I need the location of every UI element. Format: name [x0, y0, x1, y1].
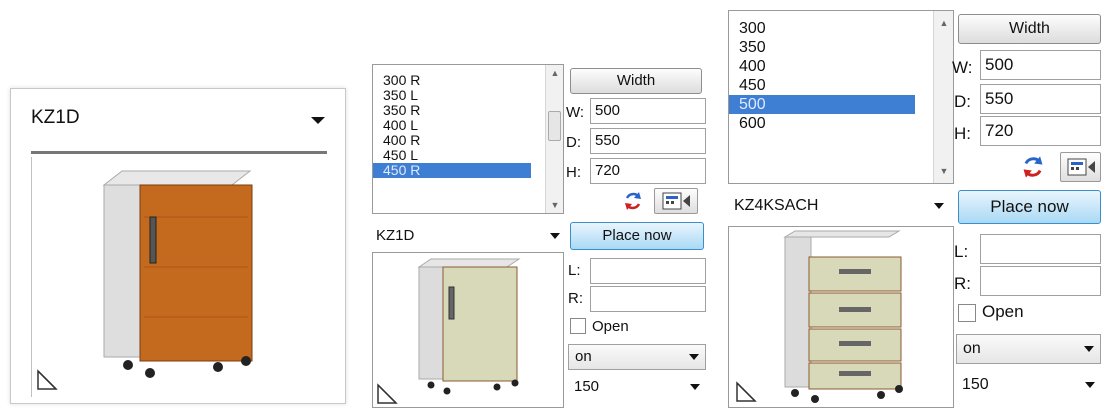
calculator-button[interactable]: [1060, 152, 1101, 182]
w-label: W:: [952, 58, 973, 77]
perspective-corner-icon[interactable]: [376, 383, 398, 405]
list-item[interactable]: 450 L: [373, 148, 563, 163]
height-field[interactable]: 720: [980, 116, 1101, 146]
scroll-up-icon[interactable]: ▲: [546, 65, 563, 81]
height-field[interactable]: 720: [590, 158, 706, 184]
l-label: L:: [954, 242, 969, 261]
variant-list[interactable]: 300 350 400 450 500 600 ▲ ▼: [728, 10, 954, 184]
open-checkbox[interactable]: [958, 304, 976, 322]
size-select[interactable]: 150: [568, 374, 706, 400]
list-item[interactable]: 600: [729, 114, 953, 133]
list-item[interactable]: 350 R: [373, 103, 563, 118]
list-scrollbar[interactable]: ▲ ▼: [933, 11, 953, 183]
list-item[interactable]: 400: [729, 57, 953, 76]
calculator-button[interactable]: [654, 188, 698, 214]
size-select-value: 150: [574, 378, 600, 395]
d-label: D:: [566, 134, 581, 151]
size-select-value: 150: [962, 376, 989, 393]
list-item[interactable]: 400 R: [373, 133, 563, 148]
right-field[interactable]: [590, 286, 706, 312]
dropdown-arrow-icon: [689, 354, 699, 360]
dropdown-arrow-icon: [1085, 382, 1095, 388]
panel-cabinet-config-small: 300 R 350 L 350 R 400 L 400 R 450 L 450 …: [372, 64, 706, 408]
dropdown-arrow-icon: [690, 384, 700, 390]
cabinet-type-combo[interactable]: KZ1D: [376, 224, 566, 248]
list-item[interactable]: 400 L: [373, 118, 563, 133]
open-label: Open: [592, 318, 629, 335]
refresh-button[interactable]: [1016, 152, 1050, 182]
l-label: L:: [568, 262, 581, 279]
width-field[interactable]: 500: [980, 50, 1101, 80]
calculator-icon: [662, 192, 690, 210]
scroll-down-icon[interactable]: ▼: [934, 163, 953, 179]
scroll-down-icon[interactable]: ▼: [546, 197, 563, 213]
scroll-up-icon[interactable]: ▲: [934, 15, 953, 31]
depth-field[interactable]: 550: [590, 128, 706, 154]
r-label: R:: [954, 274, 971, 293]
open-label: Open: [982, 302, 1024, 321]
h-label: H:: [954, 124, 971, 143]
perspective-corner-icon[interactable]: [735, 381, 757, 403]
cabinet-type-value: KZ1D: [31, 107, 80, 128]
cabinet-preview: [31, 157, 327, 397]
list-scrollbar[interactable]: ▲ ▼: [545, 65, 563, 213]
panel-large-preview: KZ1D: [10, 88, 346, 404]
width-button[interactable]: Width: [570, 68, 702, 94]
left-field[interactable]: [980, 234, 1101, 264]
cabinet-preview: [372, 252, 564, 408]
on-select-value: on: [963, 340, 981, 357]
list-item[interactable]: 300: [729, 19, 953, 38]
refresh-icon: [1023, 156, 1043, 178]
place-now-button[interactable]: Place now: [958, 190, 1101, 224]
h-label: H:: [566, 164, 581, 181]
cabinet-drawing: [417, 258, 521, 395]
list-item[interactable]: 300 R: [373, 73, 563, 88]
on-select-value: on: [575, 348, 592, 365]
cabinet-type-value: KZ4KSACH: [734, 197, 819, 214]
list-item[interactable]: 450: [729, 76, 953, 95]
cabinet-preview: [728, 226, 954, 408]
list-item-selected[interactable]: 450 R: [373, 163, 531, 178]
width-button[interactable]: Width: [958, 14, 1101, 44]
w-label: W:: [566, 104, 585, 121]
cabinet-drawing: [783, 230, 903, 403]
divider: [31, 151, 327, 154]
cabinet-drawing: [102, 170, 253, 378]
cabinet-type-value: KZ1D: [376, 227, 415, 244]
dropdown-arrow-icon: [550, 233, 560, 239]
d-label: D:: [954, 92, 971, 111]
list-item[interactable]: 350: [729, 38, 953, 57]
dropdown-arrow-icon: [311, 117, 325, 124]
place-now-button[interactable]: Place now: [570, 222, 704, 250]
list-item-selected[interactable]: 500: [729, 95, 915, 114]
scroll-thumb[interactable]: [548, 111, 561, 141]
width-field[interactable]: 500: [590, 98, 706, 124]
cabinet-type-combo[interactable]: KZ1D: [31, 107, 327, 133]
refresh-icon: [625, 192, 641, 210]
on-select[interactable]: on: [956, 334, 1101, 364]
dropdown-arrow-icon: [1084, 346, 1094, 352]
size-select[interactable]: 150: [956, 370, 1101, 400]
depth-field[interactable]: 550: [980, 84, 1101, 114]
panel-cabinet-config-large: 300 350 400 450 500 600 ▲ ▼ Width W: 500…: [728, 10, 1101, 408]
perspective-corner-icon[interactable]: [36, 369, 58, 391]
variant-list[interactable]: 300 R 350 L 350 R 400 L 400 R 450 L 450 …: [372, 64, 564, 214]
list-item[interactable]: 350 L: [373, 88, 563, 103]
refresh-button[interactable]: [618, 188, 648, 214]
calculator-icon: [1067, 158, 1095, 176]
open-checkbox[interactable]: [570, 318, 586, 334]
right-field[interactable]: [980, 266, 1101, 296]
dropdown-arrow-icon: [934, 203, 944, 209]
cabinet-type-combo[interactable]: KZ4KSACH: [734, 192, 950, 220]
left-field[interactable]: [590, 258, 706, 284]
on-select[interactable]: on: [568, 344, 706, 370]
r-label: R:: [568, 290, 583, 307]
